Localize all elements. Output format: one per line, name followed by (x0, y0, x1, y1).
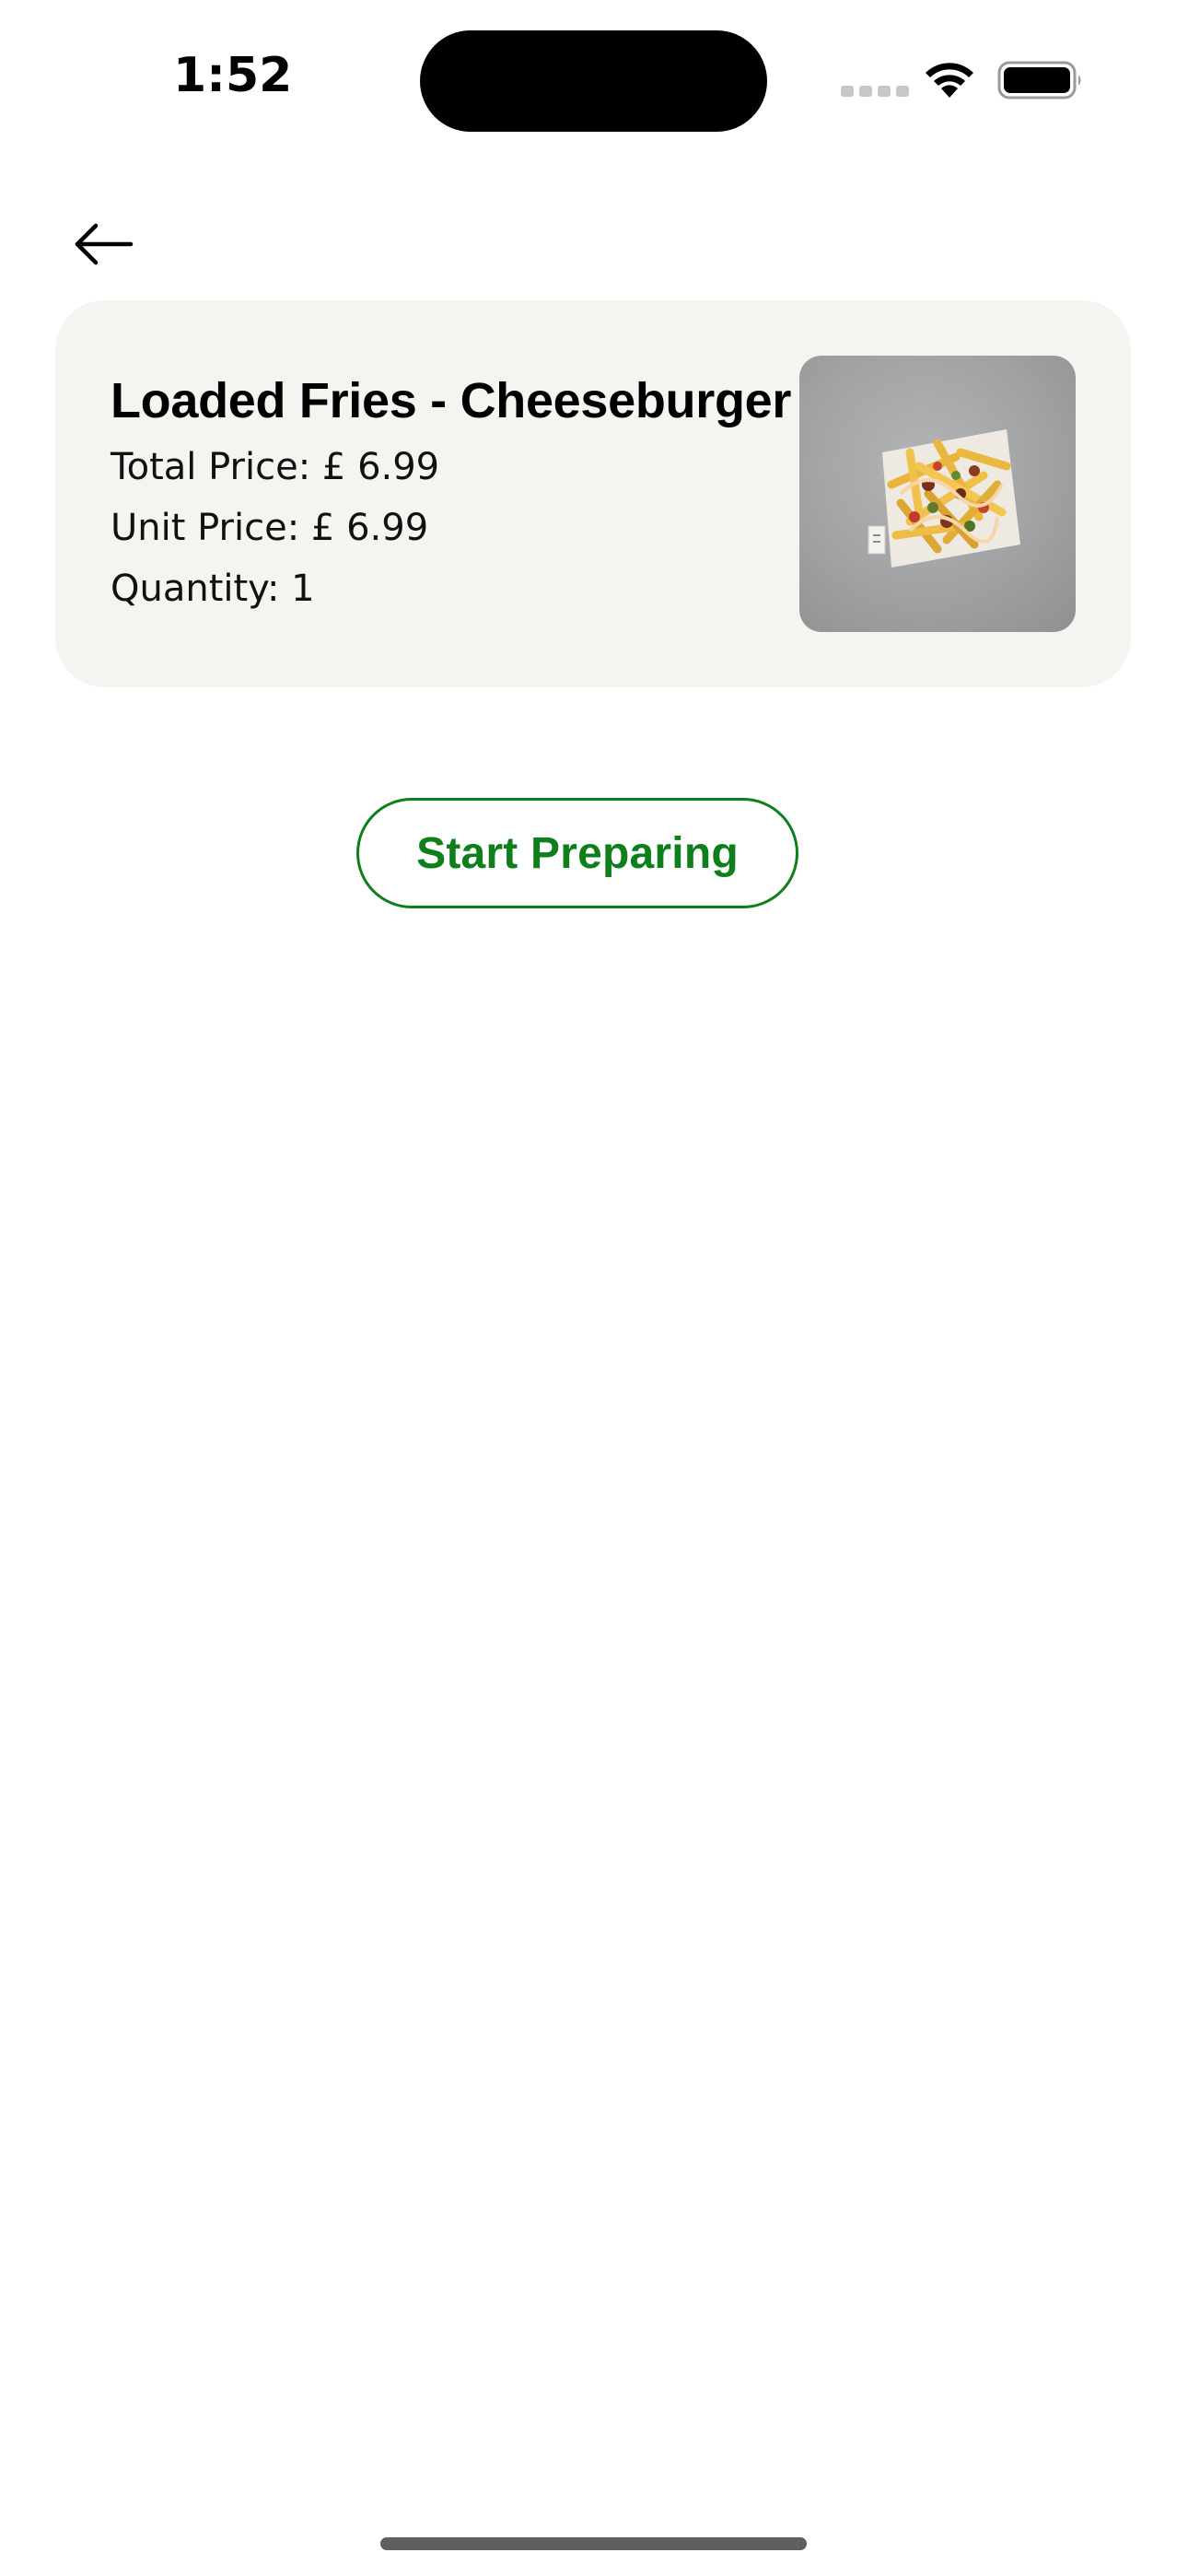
loaded-fries-photo (868, 429, 1020, 568)
wifi-icon (926, 63, 973, 98)
back-button[interactable] (74, 212, 147, 276)
start-preparing-label: Start Preparing (416, 828, 739, 878)
item-image (799, 356, 1076, 632)
battery-icon (997, 61, 1081, 100)
quantity: Quantity: 1 (111, 568, 315, 610)
arrow-left-icon (75, 223, 134, 265)
unit-price: Unit Price: £ 6.99 (111, 507, 429, 549)
order-item-card: Loaded Fries - Cheeseburger Total Price:… (55, 300, 1131, 687)
cellular-signal-icon (841, 86, 909, 97)
dynamic-island (420, 30, 767, 132)
total-price: Total Price: £ 6.99 (111, 446, 440, 488)
item-title: Loaded Fries - Cheeseburger (111, 373, 792, 428)
start-preparing-button[interactable]: Start Preparing (356, 798, 798, 908)
home-indicator[interactable] (380, 2537, 807, 2550)
status-time: 1:52 (173, 48, 293, 103)
